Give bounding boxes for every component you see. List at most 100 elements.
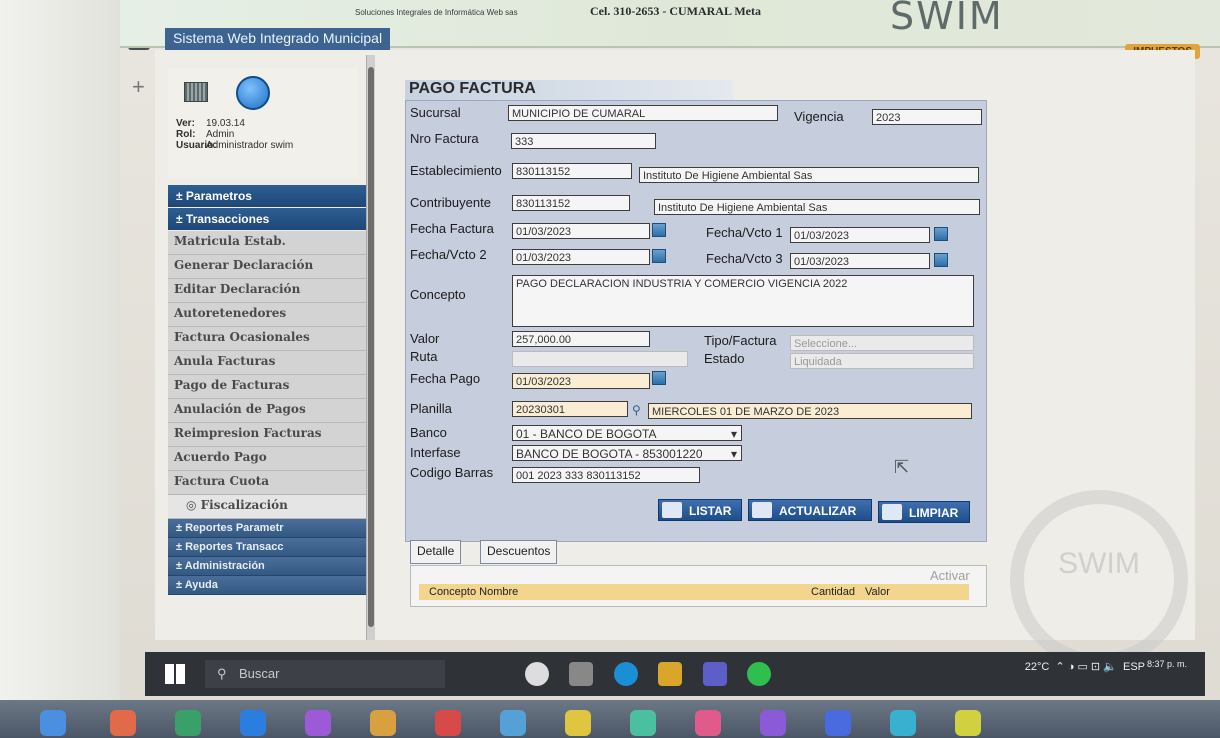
actualizar-button[interactable]: ACTUALIZAR — [748, 499, 872, 521]
dock-app-icon[interactable] — [110, 710, 136, 736]
menu-item-factura-cuota[interactable]: Factura Cuota — [168, 471, 368, 495]
calendar-icon[interactable] — [934, 253, 948, 267]
fecha-vcto1-field[interactable]: 01/03/2023 — [790, 227, 930, 243]
fecha-vcto1-label: Fecha/Vcto 1 — [706, 225, 783, 240]
calendar-icon[interactable] — [652, 223, 666, 237]
weather-temp[interactable]: 22°C — [1025, 661, 1050, 673]
fecha-pago-label: Fecha Pago — [410, 371, 481, 386]
menu-item-anulacion-pagos[interactable]: Anulación de Pagos — [168, 399, 368, 423]
limpiar-button[interactable]: LIMPIAR — [878, 501, 970, 523]
establecimiento-nombre-field[interactable]: Instituto De Higiene Ambiental Sas — [639, 167, 979, 183]
estado-select[interactable]: Liquidada — [790, 353, 974, 369]
planilla-descripcion-field: MIERCOLES 01 DE MARZO DE 2023 — [648, 403, 972, 419]
menu-item-generar-declaracion[interactable]: Generar Declaración — [168, 255, 368, 279]
listar-button[interactable]: LISTAR — [658, 499, 742, 521]
dock-app-icon[interactable] — [760, 710, 786, 736]
menu-item-factura-ocasionales[interactable]: Factura Ocasionales — [168, 327, 368, 351]
codigo-barras-field[interactable]: 001 2023 333 830113152 — [512, 467, 700, 483]
dock-app-icon[interactable] — [305, 710, 331, 736]
sidebar-scrollbar[interactable] — [366, 55, 375, 640]
calculator-icon[interactable] — [184, 82, 208, 102]
cortana-icon[interactable] — [525, 662, 549, 686]
dock-app-icon[interactable] — [435, 710, 461, 736]
teams-icon[interactable] — [702, 662, 727, 686]
menu-reportes-transacc[interactable]: ± Reportes Transacc — [168, 538, 368, 557]
edge-icon[interactable] — [613, 662, 638, 686]
banco-select[interactable]: 01 - BANCO DE BOGOTA ▾ — [512, 425, 742, 441]
contribuyente-id-field[interactable]: 830113152 — [512, 195, 630, 211]
planilla-field[interactable]: 20230301 — [512, 401, 628, 417]
payment-form: Sucursal MUNICIPIO DE CUMARAL Vigencia 2… — [405, 100, 987, 542]
contribuyente-label: Contribuyente — [410, 195, 491, 210]
dock-app-icon[interactable] — [565, 710, 591, 736]
add-icon[interactable]: + — [132, 74, 145, 100]
brand-subtitle: Soluciones Integrales de Informática Web… — [355, 8, 518, 17]
dock-app-icon[interactable] — [955, 710, 981, 736]
dock-app-icon[interactable] — [370, 710, 396, 736]
vigencia-field[interactable]: 2023 — [872, 109, 982, 125]
nro-factura-field[interactable]: 333 — [511, 133, 656, 149]
calendar-icon[interactable] — [652, 249, 666, 263]
dock-app-icon[interactable] — [40, 710, 66, 736]
fecha-vcto3-field[interactable]: 01/03/2023 — [790, 253, 930, 269]
interfase-select[interactable]: BANCO DE BOGOTA - 853001220 ▾ — [512, 445, 742, 461]
tab-detalle[interactable]: Detalle — [410, 540, 462, 564]
brand-logo: SWIM — [890, 0, 1004, 38]
dock-app-icon[interactable] — [175, 710, 201, 736]
fecha-pago-field[interactable]: 01/03/2023 — [512, 373, 650, 389]
user-info: Ver: 19.03.14 Rol: Admin Usuario:Administr… — [176, 118, 293, 151]
fecha-factura-label: Fecha Factura — [410, 221, 494, 236]
vigencia-label: Vigencia — [794, 109, 844, 124]
taskbar-search[interactable]: ⚲ Buscar — [205, 660, 445, 688]
menu-administracion[interactable]: ± Administración — [168, 557, 368, 576]
menu-item-matricula[interactable]: Matricula Estab. — [168, 231, 368, 255]
tipo-factura-select[interactable]: Seleccione... — [790, 335, 974, 351]
concepto-textarea[interactable]: PAGO DECLARACION INDUSTRIA Y COMERCIO VI… — [512, 275, 974, 327]
ruta-select[interactable] — [512, 351, 688, 367]
sidebar: Ver: 19.03.14 Rol: Admin Usuario:Administr… — [160, 60, 370, 640]
dock-app-icon[interactable] — [695, 710, 721, 736]
tab-descuentos[interactable]: Descuentos — [480, 540, 558, 564]
interfase-label: Interfase — [410, 445, 461, 460]
search-icon[interactable]: ⚲ — [632, 403, 641, 417]
col-cantidad: Cantidad — [811, 586, 856, 598]
menu-item-reimpresion-facturas[interactable]: Reimpresion Facturas — [168, 423, 368, 447]
dock-app-icon[interactable] — [825, 710, 851, 736]
system-title: Sistema Web Integrado Municipal — [165, 28, 391, 50]
menu-reportes-parametr[interactable]: ± Reportes Parametr — [168, 519, 368, 538]
menu-transacciones[interactable]: ± Transacciones — [168, 208, 368, 230]
menu-item-fiscalizacion[interactable]: ◎ Fiscalización — [168, 495, 368, 519]
contribuyente-nombre-field[interactable]: Instituto De Higiene Ambiental Sas — [654, 199, 980, 215]
windows-start-icon[interactable] — [165, 664, 185, 684]
calendar-icon[interactable] — [652, 371, 666, 385]
sucursal-field[interactable]: MUNICIPIO DE CUMARAL — [508, 105, 778, 121]
dock-app-icon[interactable] — [500, 710, 526, 736]
establecimiento-id-field[interactable]: 830113152 — [512, 163, 632, 179]
dock-app-icon[interactable] — [630, 710, 656, 736]
menu-item-acuerdo-pago[interactable]: Acuerdo Pago — [168, 447, 368, 471]
fecha-vcto2-label: Fecha/Vcto 2 — [410, 247, 487, 262]
estado-label: Estado — [704, 351, 745, 366]
whatsapp-icon[interactable] — [747, 662, 772, 686]
payment-form-area: PAGO FACTURA Sucursal MUNICIPIO DE CUMAR… — [405, 80, 987, 542]
dock-app-icon[interactable] — [240, 710, 266, 736]
fecha-factura-field[interactable]: 01/03/2023 — [512, 223, 650, 239]
language-indicator[interactable]: ESP — [1123, 661, 1145, 673]
menu-item-autoretenedores[interactable]: Autoretenedores — [168, 303, 368, 327]
menu-parametros[interactable]: ± Parametros — [168, 185, 368, 207]
ver-value: 19.03.14 — [206, 118, 245, 129]
clock[interactable]: 8:37 p. m. — [1147, 658, 1187, 670]
task-view-icon[interactable] — [569, 662, 594, 686]
desktop-edge — [0, 0, 120, 700]
menu-ayuda[interactable]: ± Ayuda — [168, 576, 368, 595]
valor-field[interactable]: 257,000.00 — [512, 331, 650, 347]
fecha-vcto2-field[interactable]: 01/03/2023 — [512, 249, 650, 265]
menu-item-editar-declaracion[interactable]: Editar Declaración — [168, 279, 368, 303]
menu-item-anula-facturas[interactable]: Anula Facturas — [168, 351, 368, 375]
calendar-icon[interactable] — [934, 227, 948, 241]
dock-app-icon[interactable] — [890, 710, 916, 736]
home-icon[interactable] — [236, 76, 270, 110]
file-explorer-icon[interactable] — [658, 662, 683, 686]
menu-item-pago-facturas[interactable]: Pago de Facturas — [168, 375, 368, 399]
scroll-thumb[interactable] — [368, 67, 374, 627]
